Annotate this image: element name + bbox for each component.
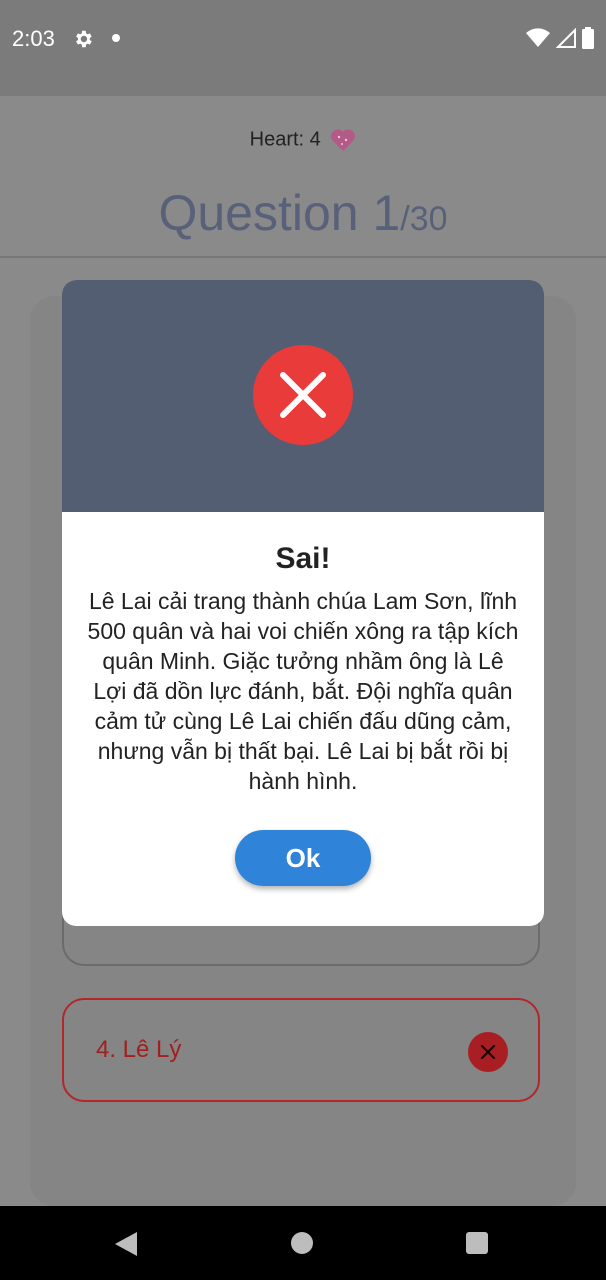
notification-dot-icon xyxy=(112,34,120,42)
result-dialog: Sai! Lê Lai cải trang thành chúa Lam Sơn… xyxy=(62,280,544,926)
heart-counter: Heart: 4 xyxy=(0,128,606,152)
signal-icon xyxy=(556,28,576,48)
header-divider xyxy=(0,256,606,258)
question-total: /30 xyxy=(400,200,448,238)
question-number: Question 1 xyxy=(158,185,401,241)
gear-icon xyxy=(76,30,92,48)
recent-apps-icon[interactable] xyxy=(466,1232,488,1254)
dialog-title: Sai! xyxy=(275,542,331,575)
wrong-mark-icon xyxy=(468,1032,508,1072)
status-icons xyxy=(526,26,594,50)
ok-button[interactable]: Ok xyxy=(235,830,371,886)
answer-option-4[interactable]: 4. Lê Lý xyxy=(62,998,540,1102)
sparkling-heart-icon xyxy=(331,129,356,151)
status-time: 2:03 xyxy=(12,26,55,51)
battery-icon xyxy=(582,27,594,49)
back-icon[interactable] xyxy=(115,1232,137,1256)
heart-label: Heart: 4 xyxy=(249,128,321,151)
dialog-header xyxy=(62,280,544,512)
answer-option-label: 4. Lê Lý xyxy=(96,1036,182,1063)
navigation-bar xyxy=(0,1206,606,1280)
wifi-icon xyxy=(526,28,550,47)
error-x-icon xyxy=(253,345,353,445)
dialog-message: Lê Lai cải trang thành chúa Lam Sơn, lĩn… xyxy=(87,588,519,794)
home-icon[interactable] xyxy=(291,1232,313,1254)
status-bar: 2:03 xyxy=(0,0,606,96)
question-title: Question 1/30 xyxy=(0,184,606,242)
